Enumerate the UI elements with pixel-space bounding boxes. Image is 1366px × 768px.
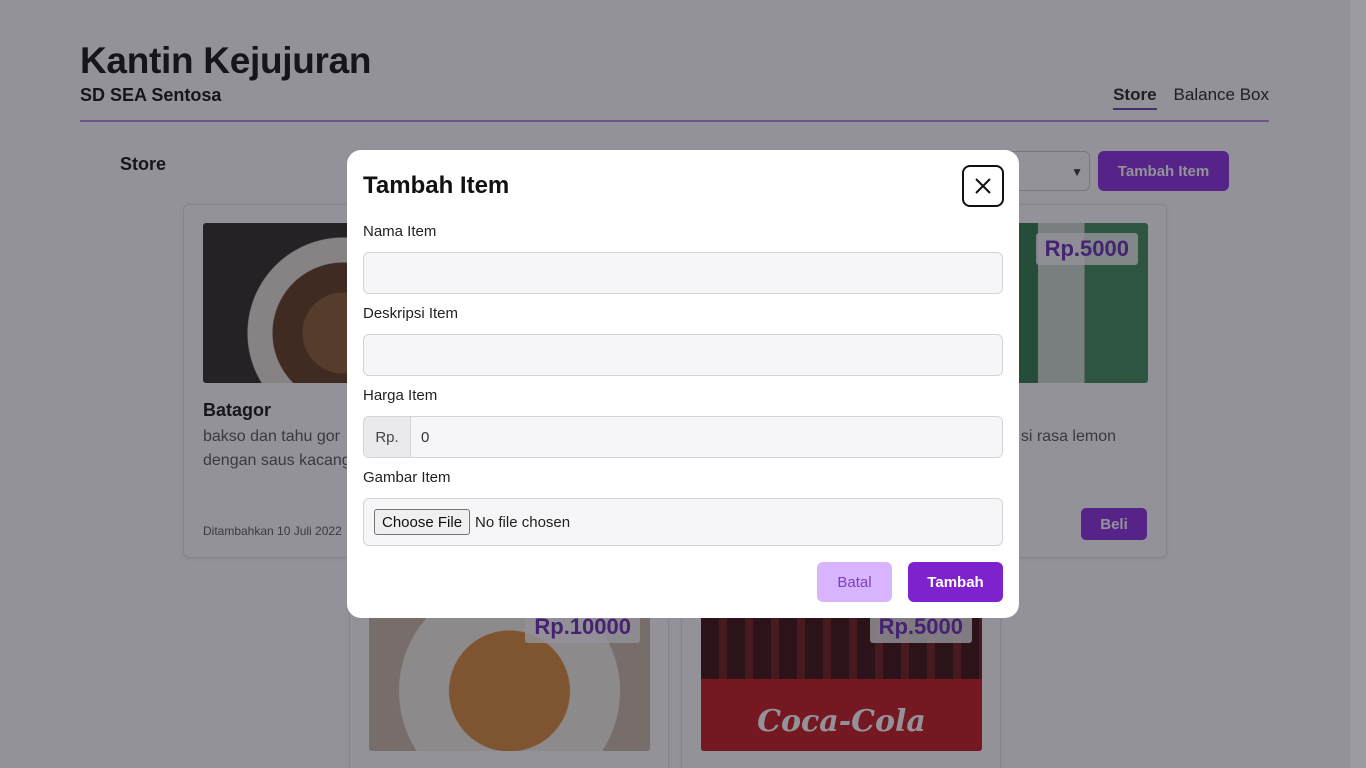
image-file-input[interactable]: Choose File No file chosen [363,498,1003,546]
scrollbar[interactable] [1350,0,1366,768]
modal-title: Tambah Item [363,172,510,199]
close-icon [975,178,991,194]
submit-button[interactable]: Tambah [908,562,1003,602]
name-label: Nama Item [363,223,437,240]
price-prefix: Rp. [364,417,411,457]
image-label: Gambar Item [363,469,451,486]
close-button[interactable] [962,165,1004,207]
item-description-input[interactable] [363,334,1003,376]
price-label: Harga Item [363,387,438,404]
add-item-modal: Tambah Item Nama Item Deskripsi Item Har… [347,150,1019,618]
price-input-group: Rp. [363,416,1003,458]
description-label: Deskripsi Item [363,305,459,322]
file-status: No file chosen [475,513,571,531]
cancel-button[interactable]: Batal [817,562,892,602]
item-name-input[interactable] [363,252,1003,294]
item-price-input[interactable] [411,417,1002,457]
choose-file-button[interactable]: Choose File [374,509,471,535]
